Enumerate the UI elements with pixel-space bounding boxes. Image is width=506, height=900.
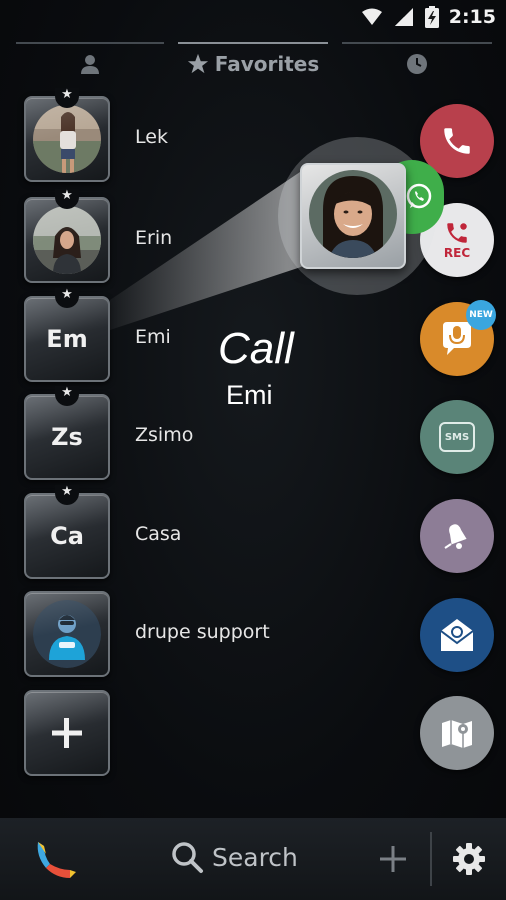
map-icon — [442, 720, 472, 748]
contact-name: drupe support — [135, 621, 270, 643]
contact-zsimo[interactable]: ★ Zs Zsimo — [24, 386, 354, 480]
drupe-logo-icon[interactable] — [34, 838, 78, 882]
contact-photo-lek — [33, 105, 101, 173]
search-button[interactable]: Search — [170, 840, 298, 874]
person-icon — [81, 55, 99, 74]
contact-tile[interactable] — [24, 197, 110, 283]
search-icon — [172, 842, 203, 873]
phone-rec-icon — [447, 223, 467, 243]
contact-emi[interactable]: ★ Em Emi — [24, 288, 354, 382]
new-badge-label: NEW — [469, 310, 493, 320]
contact-photo-erin — [33, 206, 101, 274]
contact-tile[interactable] — [24, 96, 110, 182]
status-icons: 2:15 — [361, 6, 496, 28]
tab-recents[interactable] — [342, 40, 492, 88]
contact-initials: Zs — [51, 423, 83, 451]
bell-icon — [444, 524, 467, 549]
contact-tile[interactable] — [24, 591, 110, 677]
contact-casa[interactable]: ★ Ca Casa — [24, 485, 354, 579]
contact-tile[interactable]: Em — [24, 296, 110, 382]
contact-tile[interactable]: Ca — [24, 493, 110, 579]
tab-favorites-label: Favorites — [214, 52, 320, 76]
bottom-bar: Search — [0, 818, 506, 900]
tab-contacts[interactable] — [16, 40, 164, 88]
add-favorite-button[interactable] — [24, 690, 110, 776]
rec-label: REC — [443, 246, 471, 260]
bottom-divider — [430, 832, 432, 886]
dragged-contact-photo — [309, 170, 397, 258]
contact-name: Lek — [135, 126, 168, 148]
status-bar: 2:15 — [0, 0, 506, 36]
signal-icon — [394, 8, 413, 26]
contact-name: Zsimo — [135, 424, 194, 446]
gear-icon[interactable] — [452, 842, 486, 876]
star-icon — [187, 53, 208, 74]
email-action[interactable] — [420, 598, 494, 672]
phone-icon — [444, 128, 470, 154]
contact-name: Casa — [135, 523, 182, 545]
drupe-support-avatar — [33, 600, 101, 668]
tab-bar: Favorites — [0, 40, 506, 88]
drag-target-label: Emi — [226, 380, 273, 410]
sms-icon-label: SMS — [444, 431, 470, 443]
whatsapp-icon — [406, 183, 432, 209]
status-time: 2:15 — [448, 6, 496, 28]
contact-initials: Ca — [50, 522, 84, 550]
dragged-contact-tile[interactable] — [300, 163, 406, 269]
plus-icon — [52, 718, 82, 748]
sms-action[interactable]: SMS — [420, 400, 494, 474]
contact-name: Erin — [135, 227, 173, 249]
navigate-action[interactable] — [420, 696, 494, 770]
sms-icon: SMS — [439, 422, 475, 452]
contact-drupe-support[interactable]: drupe support — [24, 591, 354, 677]
add-icon[interactable] — [378, 844, 408, 874]
email-icon — [440, 619, 474, 651]
contact-tile[interactable]: Zs — [24, 394, 110, 480]
battery-charging-icon — [424, 6, 439, 28]
contact-name: Emi — [135, 326, 171, 348]
drag-action-label: Call — [218, 324, 294, 373]
tab-favorites[interactable]: Favorites — [178, 40, 328, 88]
wifi-icon — [361, 8, 382, 25]
search-label: Search — [212, 842, 298, 872]
contact-initials: Em — [46, 325, 88, 353]
new-badge: NEW — [466, 300, 496, 330]
reminder-action[interactable] — [420, 499, 494, 573]
add-favorite[interactable] — [24, 690, 354, 776]
clock-icon — [407, 54, 427, 74]
drupe-screen: 2:15 Favorites ★ Lek ★ Erin ★ Em Emi ★ Z… — [0, 0, 506, 900]
